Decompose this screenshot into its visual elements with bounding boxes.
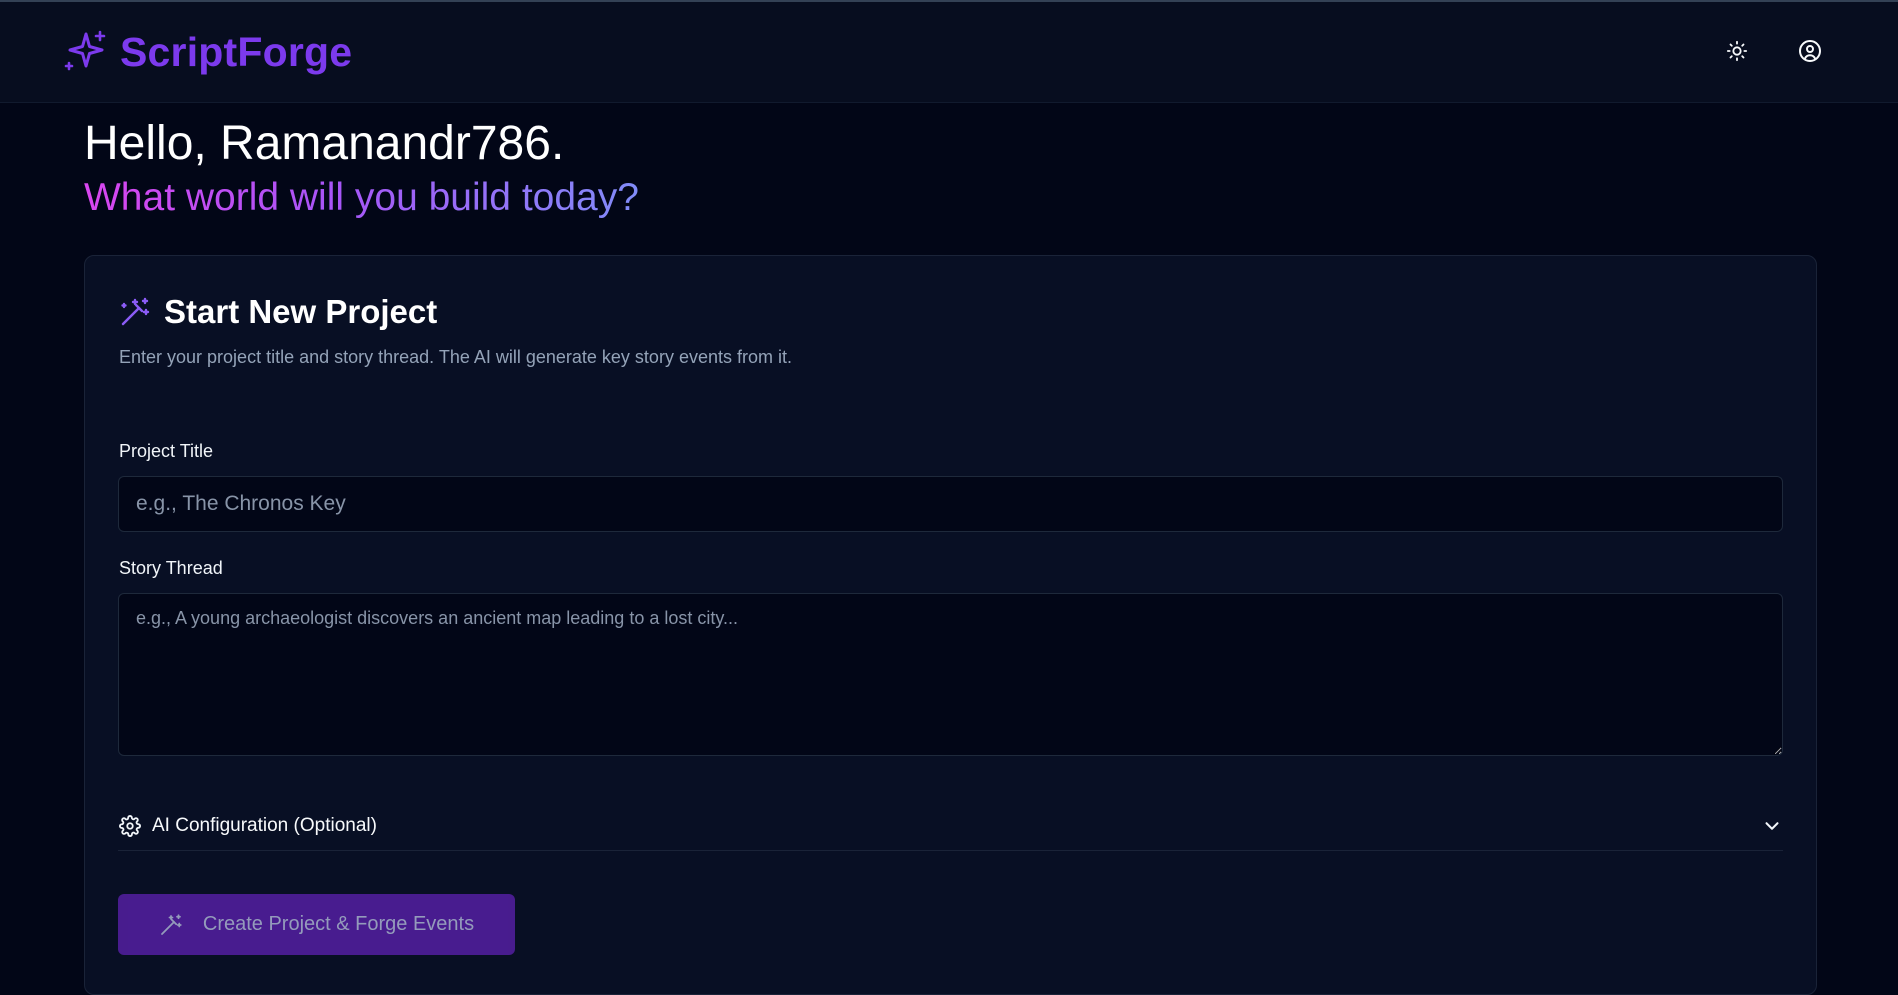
- brand[interactable]: ScriptForge: [62, 28, 352, 76]
- card-header: Start New Project: [119, 292, 437, 332]
- app-name: ScriptForge: [120, 29, 353, 75]
- create-project-button[interactable]: Create Project & Forge Events: [118, 894, 515, 955]
- chevron-down-icon: [1761, 815, 1783, 837]
- profile-button[interactable]: [1795, 38, 1825, 68]
- new-project-card: Start New Project Enter your project tit…: [84, 255, 1817, 995]
- sun-icon: [1726, 40, 1748, 67]
- greeting-hello: Hello, Ramanandr786.: [84, 117, 565, 170]
- sparkles-icon: [62, 30, 106, 74]
- ai-configuration-toggle[interactable]: AI Configuration (Optional): [118, 801, 1783, 851]
- magic-wand-icon: [159, 913, 183, 937]
- ai-configuration-label: AI Configuration (Optional): [152, 814, 377, 836]
- user-circle-icon: [1798, 39, 1822, 68]
- story-thread-textarea[interactable]: [118, 593, 1783, 756]
- create-project-label: Create Project & Forge Events: [202, 913, 475, 935]
- card-title: Start New Project: [164, 293, 438, 330]
- theme-toggle-button[interactable]: [1722, 38, 1752, 68]
- project-title-label: Project Title: [119, 441, 214, 461]
- project-title-input[interactable]: [118, 476, 1783, 532]
- card-description: Enter your project title and story threa…: [119, 347, 792, 367]
- story-thread-label: Story Thread: [119, 558, 223, 578]
- greeting: Hello, Ramanandr786. What world will you…: [84, 116, 639, 222]
- top-navbar: ScriptForge: [0, 2, 1898, 103]
- magic-wand-icon: [119, 296, 151, 328]
- gear-icon: [119, 814, 141, 837]
- greeting-prompt: What world will you build today?: [84, 174, 639, 222]
